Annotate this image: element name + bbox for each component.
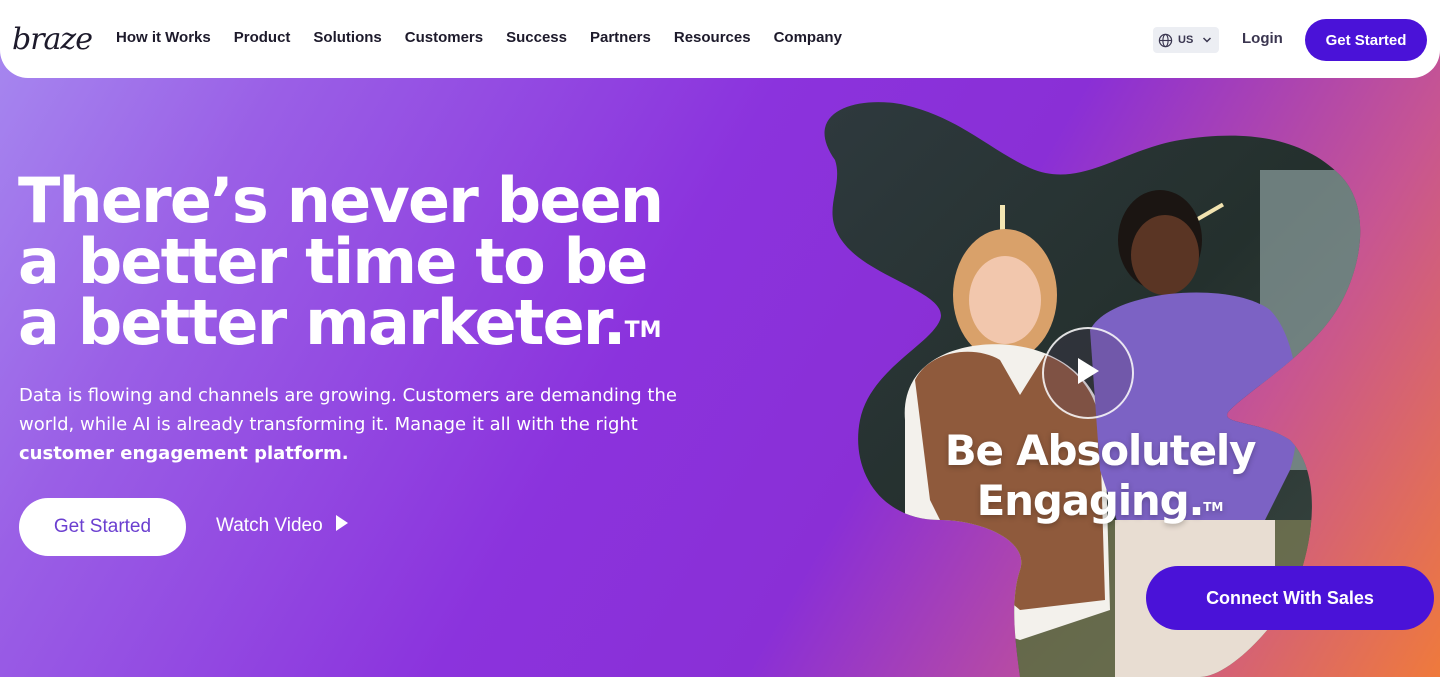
login-link[interactable]: Login (1242, 30, 1283, 47)
nav-link-company[interactable]: Company (774, 29, 842, 46)
braze-logo[interactable]: braze (12, 22, 93, 57)
locale-selector[interactable]: US (1153, 27, 1219, 53)
subtext-plain: Data is flowing and channels are growing… (19, 385, 677, 435)
watch-video-label: Watch Video (216, 515, 323, 536)
locale-label: US (1178, 34, 1194, 46)
trademark-mark: TM (624, 318, 662, 343)
top-nav: braze How it Works Product Solutions Cus… (0, 0, 1440, 78)
nav-get-started-button[interactable]: Get Started (1305, 19, 1427, 61)
video-caption: Be Absolutely Engaging.TM (930, 426, 1270, 526)
video-caption-line-1: Be Absolutely (944, 426, 1257, 475)
globe-icon (1158, 33, 1173, 48)
nav-links: How it Works Product Solutions Customers… (116, 29, 865, 46)
nav-link-customers[interactable]: Customers (405, 29, 483, 46)
connect-with-sales-button[interactable]: Connect With Sales (1146, 566, 1434, 630)
headline-line-3: a better marketer. (18, 286, 626, 359)
nav-link-resources[interactable]: Resources (674, 29, 751, 46)
nav-link-success[interactable]: Success (506, 29, 567, 46)
hero-get-started-button[interactable]: Get Started (19, 498, 186, 556)
hero-subtext: Data is flowing and channels are growing… (19, 381, 699, 468)
watch-video-link[interactable]: Watch Video (216, 514, 349, 538)
subtext-bold: customer engagement platform. (19, 443, 349, 464)
video-caption-line-2: Engaging. (976, 476, 1205, 525)
nav-link-product[interactable]: Product (234, 29, 291, 46)
video-play-button[interactable] (1042, 327, 1134, 419)
caption-trademark-mark: TM (1203, 500, 1224, 514)
play-icon (335, 514, 349, 538)
chevron-down-icon (1202, 36, 1212, 44)
play-icon (1076, 357, 1100, 389)
nav-link-how-it-works[interactable]: How it Works (116, 29, 211, 46)
nav-link-solutions[interactable]: Solutions (313, 29, 381, 46)
nav-link-partners[interactable]: Partners (590, 29, 651, 46)
hero-headline: There’s never been a better time to be a… (18, 170, 698, 354)
